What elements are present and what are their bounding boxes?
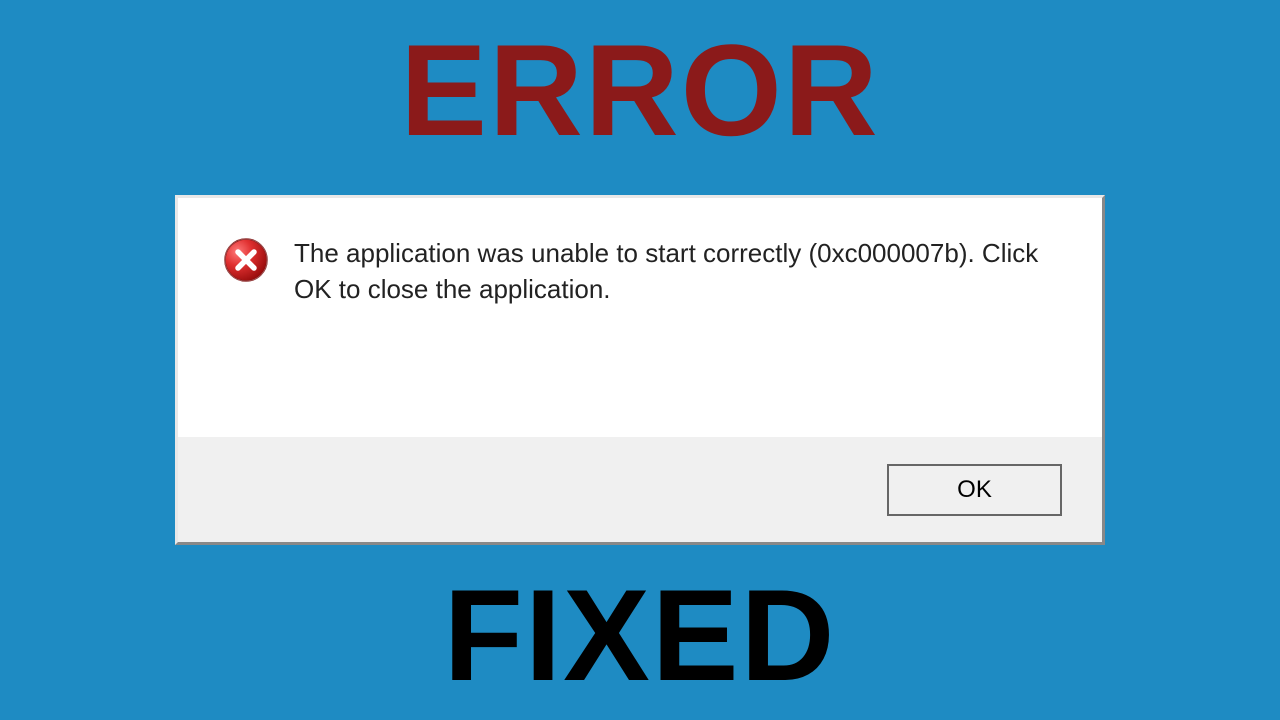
dialog-footer: OK [178, 437, 1102, 542]
error-icon [223, 237, 269, 283]
dialog-message: The application was unable to start corr… [294, 233, 1062, 308]
heading-fixed: FIXED [444, 560, 837, 710]
error-dialog: The application was unable to start corr… [175, 195, 1105, 545]
heading-error: ERROR [400, 15, 879, 165]
ok-button[interactable]: OK [887, 464, 1062, 516]
dialog-body: The application was unable to start corr… [178, 198, 1102, 437]
